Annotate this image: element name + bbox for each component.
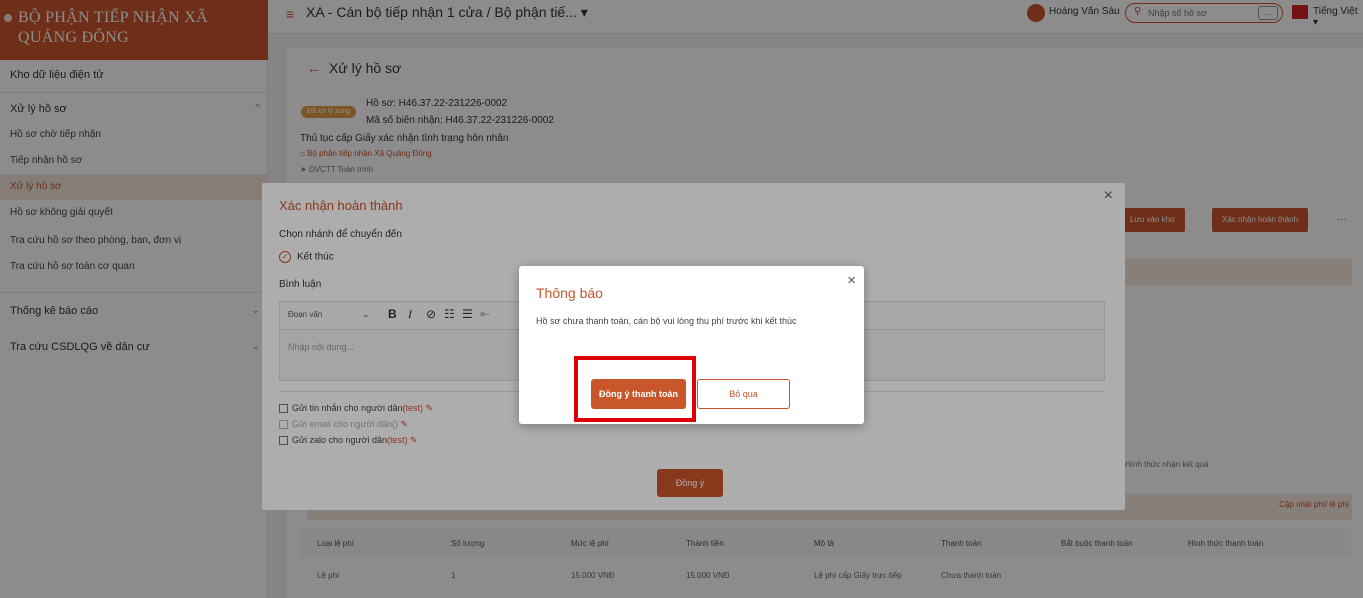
notice-message: Hồ sơ chưa thanh toán, cán bộ vui lòng t… <box>536 316 797 326</box>
highlight-box <box>574 356 696 422</box>
notice-title: Thông báo <box>536 285 603 301</box>
close-icon[interactable]: × <box>847 272 856 289</box>
skip-button[interactable]: Bỏ qua <box>697 379 790 409</box>
